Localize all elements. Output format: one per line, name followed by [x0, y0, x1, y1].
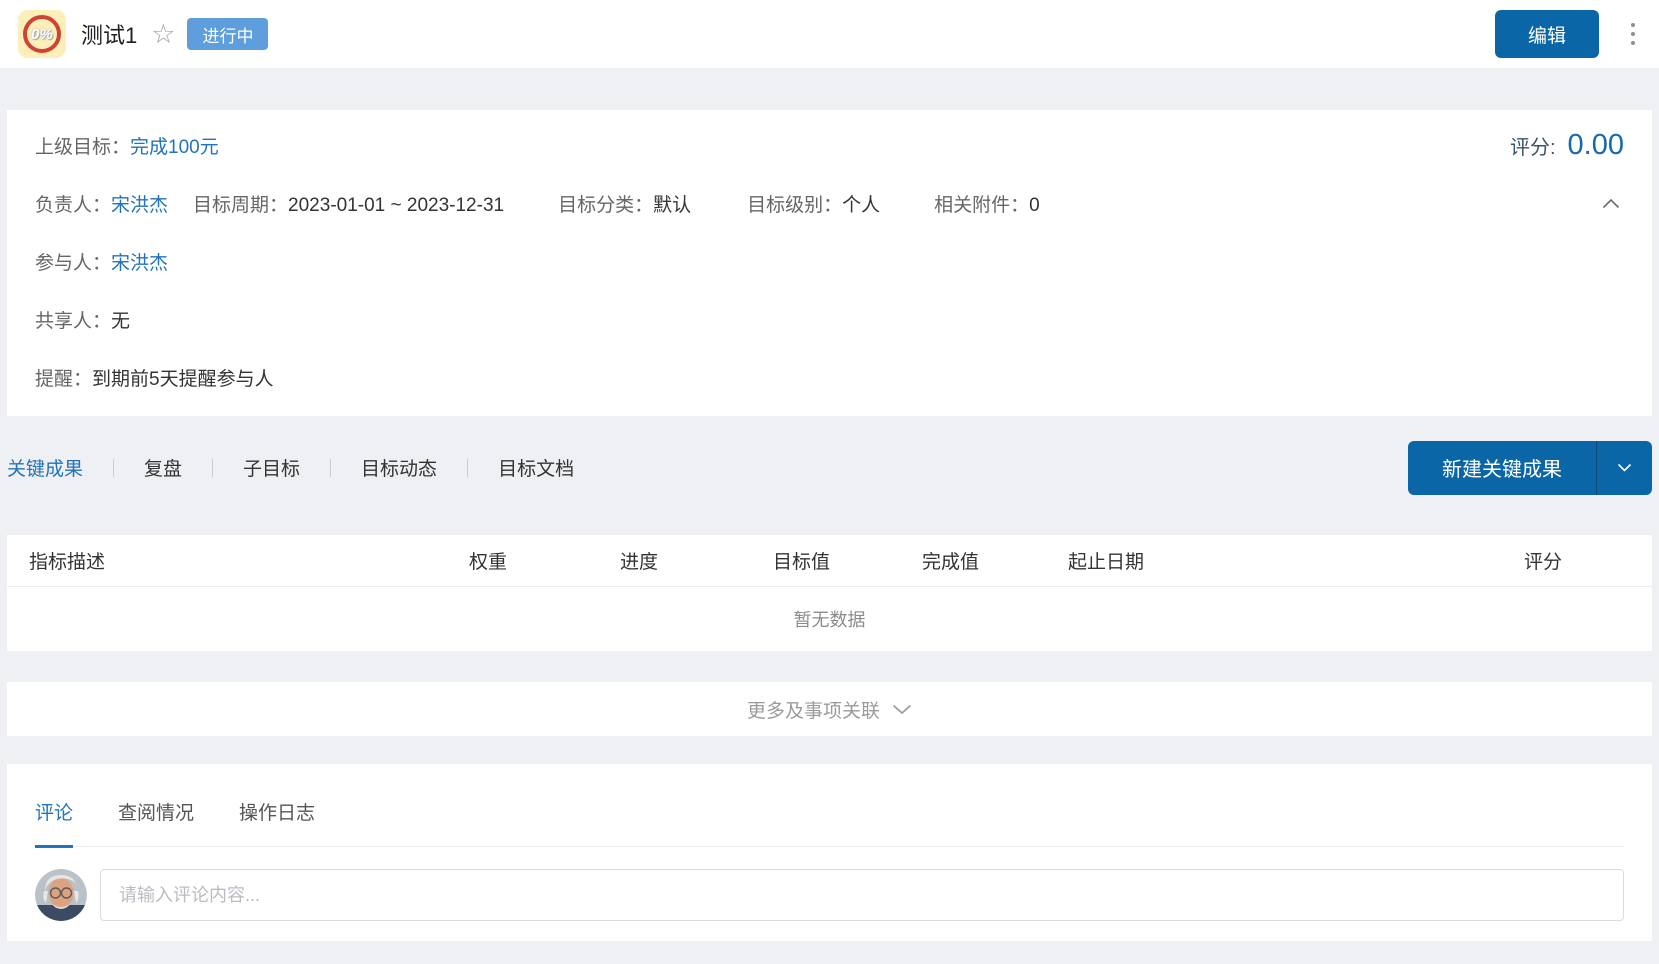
tab-key-results[interactable]: 关键成果 [7, 454, 83, 481]
tab-operation-log[interactable]: 操作日志 [239, 798, 315, 846]
col-header-score: 评分 [1524, 547, 1562, 574]
tab-goal-docs[interactable]: 目标文档 [498, 454, 574, 481]
more-menu-icon[interactable] [1627, 19, 1639, 49]
participants-label: 参与人： [35, 248, 111, 275]
tab-divider [467, 459, 468, 477]
more-related-items-bar[interactable]: 更多及事项关联 [7, 682, 1652, 736]
status-badge: 进行中 [187, 18, 268, 50]
parent-goal-label: 上级目标： [35, 132, 130, 159]
new-key-result-button[interactable]: 新建关键成果 [1408, 441, 1596, 495]
category-field: 目标分类：默认 [558, 190, 691, 217]
tab-divider [330, 459, 331, 477]
shared-value: 无 [111, 306, 130, 333]
reminder-value: 到期前5天提醒参与人 [92, 364, 274, 391]
shared-label: 共享人： [35, 306, 111, 333]
attachments-label: 相关附件： [934, 195, 1029, 216]
participants-link[interactable]: 宋洪杰 [111, 248, 168, 275]
comment-compose-row [35, 869, 1624, 921]
tab-comments[interactable]: 评论 [35, 798, 73, 846]
tab-read-status[interactable]: 查阅情况 [118, 798, 194, 846]
chevron-down-icon [892, 704, 912, 715]
period-label: 目标周期： [193, 195, 288, 216]
score-label: 评分: [1510, 131, 1556, 160]
owner-field: 负责人：宋洪杰 [35, 190, 168, 217]
category-value: 默认 [653, 195, 691, 216]
info-row-parent-goal: 上级目标： 完成100元 评分: 0.00 [35, 116, 1624, 174]
score-wrap: 评分: 0.00 [1510, 129, 1624, 162]
new-key-result-split-button[interactable]: 新建关键成果 [1408, 441, 1652, 495]
goal-info-panel: 上级目标： 完成100元 评分: 0.00 负责人：宋洪杰 目标周期：2023-… [7, 110, 1652, 416]
col-header-weight: 权重 [469, 547, 620, 574]
progress-ring-icon: 0% [23, 15, 61, 53]
owner-link[interactable]: 宋洪杰 [111, 195, 168, 216]
col-header-description: 指标描述 [29, 547, 469, 574]
attachments-field: 相关附件：0 [934, 190, 1040, 217]
parent-goal-link[interactable]: 完成100元 [130, 132, 219, 159]
owner-label: 负责人： [35, 195, 111, 216]
info-row-reminder: 提醒： 到期前5天提醒参与人 [35, 348, 1624, 406]
goal-progress-icon: 0% [18, 10, 66, 58]
key-result-table: 指标描述 权重 进度 目标值 完成值 起止日期 评分 暂无数据 [7, 535, 1652, 651]
comments-tabs: 评论 查阅情况 操作日志 [35, 764, 1624, 847]
star-favorite-icon[interactable]: ☆ [151, 21, 175, 48]
tab-sub-goals[interactable]: 子目标 [243, 454, 300, 481]
col-header-completed-value: 完成值 [922, 547, 1068, 574]
level-value: 个人 [842, 195, 880, 216]
info-row-details: 负责人：宋洪杰 目标周期：2023-01-01 ~ 2023-12-31 目标分… [35, 174, 1624, 232]
col-header-date-range: 起止日期 [1068, 547, 1524, 574]
tab-divider [113, 459, 114, 477]
more-related-items-label: 更多及事项关联 [747, 696, 880, 723]
edit-button[interactable]: 编辑 [1495, 10, 1599, 58]
period-field: 目标周期：2023-01-01 ~ 2023-12-31 [193, 190, 504, 217]
page-header: 0% 测试1 ☆ 进行中 编辑 [0, 0, 1659, 68]
reminder-label: 提醒： [35, 364, 92, 391]
comments-panel: 评论 查阅情况 操作日志 [7, 764, 1652, 941]
comment-input[interactable] [100, 869, 1624, 921]
tab-goal-activity[interactable]: 目标动态 [361, 454, 437, 481]
attachments-value: 0 [1029, 195, 1040, 216]
table-header-row: 指标描述 权重 进度 目标值 完成值 起止日期 评分 [7, 535, 1652, 587]
level-label: 目标级别： [747, 195, 842, 216]
score-value: 0.00 [1568, 129, 1624, 162]
col-header-progress: 进度 [620, 547, 773, 574]
info-row-participants: 参与人： 宋洪杰 [35, 232, 1624, 290]
progress-percent: 0% [31, 26, 53, 43]
section-tabs: 关键成果 复盘 子目标 目标动态 目标文档 [7, 454, 574, 481]
category-label: 目标分类： [558, 195, 653, 216]
level-field: 目标级别：个人 [747, 190, 880, 217]
tab-review[interactable]: 复盘 [144, 454, 182, 481]
collapse-chevron-up-icon[interactable] [1598, 194, 1624, 213]
user-avatar [35, 869, 87, 921]
col-header-target-value: 目标值 [773, 547, 922, 574]
period-value: 2023-01-01 ~ 2023-12-31 [288, 195, 504, 216]
tab-divider [212, 459, 213, 477]
page-title: 测试1 [81, 18, 137, 50]
table-empty-state: 暂无数据 [7, 587, 1652, 651]
new-key-result-chevron-down-icon[interactable] [1596, 441, 1652, 495]
info-row-shared: 共享人： 无 [35, 290, 1624, 348]
section-tabs-bar: 关键成果 复盘 子目标 目标动态 目标文档 新建关键成果 [7, 416, 1652, 535]
